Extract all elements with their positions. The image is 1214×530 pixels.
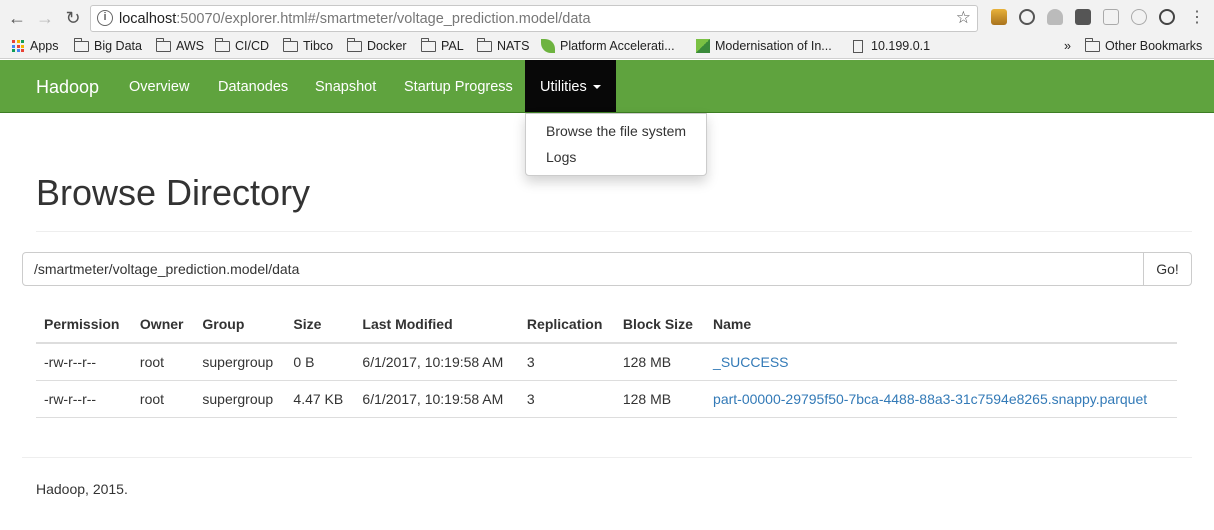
footer-text: Hadoop, 2015.: [36, 481, 128, 497]
forward-icon[interactable]: →: [34, 7, 56, 29]
bookmarks-overflow[interactable]: »: [1064, 39, 1071, 53]
bookmark-other[interactable]: Other Bookmarks: [1085, 37, 1202, 53]
folder-icon: [477, 37, 492, 52]
col-permission[interactable]: Permission: [36, 306, 132, 344]
file-link[interactable]: part-00000-29795f50-7bca-4488-88a3-31c75…: [713, 391, 1147, 407]
bookmark-apps[interactable]: Apps: [12, 39, 59, 53]
cell-owner: root: [131, 343, 195, 381]
folder-icon: [74, 37, 89, 52]
folder-icon: [347, 37, 362, 52]
menu-icon[interactable]: ⋮: [1186, 7, 1208, 29]
caret-down-icon: [592, 85, 601, 90]
cell-owner: root: [131, 380, 195, 418]
cell-size: 0 B: [285, 343, 355, 381]
bookmark-folder[interactable]: Big Data: [74, 37, 142, 53]
extension-icon[interactable]: [991, 9, 1007, 25]
cell-replication: 3: [518, 380, 615, 418]
extension-icon[interactable]: [1019, 9, 1035, 25]
bookmark-folder[interactable]: CI/CD: [215, 37, 269, 53]
col-name[interactable]: Name: [705, 306, 1177, 344]
cell-replication: 3: [518, 343, 615, 381]
folder-icon: [156, 37, 171, 52]
cell-size: 4.47 KB: [285, 380, 355, 418]
go-button[interactable]: Go!: [1143, 252, 1192, 286]
col-owner[interactable]: Owner: [131, 306, 195, 344]
cell-name: _SUCCESS: [705, 343, 1177, 381]
cell-block-size: 128 MB: [614, 343, 706, 381]
directory-table: Permission Owner Group Size Last Modifie…: [36, 306, 1177, 418]
nav-startup-progress[interactable]: Startup Progress: [404, 79, 513, 95]
utilities-dropdown: Browse the file system Logs: [525, 113, 707, 176]
back-icon[interactable]: ←: [6, 7, 28, 29]
table-header-row: Permission Owner Group Size Last Modifie…: [36, 306, 1177, 344]
divider: [22, 457, 1192, 458]
cell-permission: -rw-r--r--: [36, 343, 132, 381]
file-link[interactable]: _SUCCESS: [713, 354, 788, 370]
bookmark-folder[interactable]: NATS: [477, 37, 529, 53]
folder-icon: [283, 37, 298, 52]
bookmark-ip[interactable]: 10.199.0.1: [853, 39, 930, 53]
page-title: Browse Directory: [36, 172, 311, 213]
extension-icon[interactable]: [1103, 9, 1119, 25]
table-row: -rw-r--r-- root supergroup 4.47 KB 6/1/2…: [36, 380, 1177, 418]
col-last-modified[interactable]: Last Modified: [354, 306, 519, 344]
bookmark-folder[interactable]: AWS: [156, 37, 204, 53]
nav-snapshot[interactable]: Snapshot: [315, 79, 376, 95]
extension-icon[interactable]: [1131, 9, 1147, 25]
cell-last-modified: 6/1/2017, 10:19:58 AM: [354, 380, 519, 418]
cell-last-modified: 6/1/2017, 10:19:58 AM: [354, 343, 519, 381]
reload-icon[interactable]: ↻: [62, 7, 84, 29]
page-icon: [853, 39, 863, 53]
site-info-icon[interactable]: i: [97, 10, 113, 26]
cell-name: part-00000-29795f50-7bca-4488-88a3-31c75…: [705, 380, 1177, 418]
col-size[interactable]: Size: [285, 306, 355, 344]
divider: [36, 231, 1192, 232]
menu-item-browse-fs[interactable]: Browse the file system: [546, 123, 686, 139]
folder-icon: [215, 37, 230, 52]
col-replication[interactable]: Replication: [518, 306, 615, 344]
bookmarks-bar: Apps Big Data AWS CI/CD Tibco Docker PAL…: [0, 36, 1214, 59]
address-bar[interactable]: i localhost:50070/explorer.html#/smartme…: [90, 5, 978, 32]
nav-datanodes[interactable]: Datanodes: [218, 79, 288, 95]
bookmark-platform[interactable]: Platform Accelerati...: [541, 39, 675, 53]
folder-icon: [421, 37, 436, 52]
extension-icon[interactable]: [1159, 9, 1175, 25]
cell-block-size: 128 MB: [614, 380, 706, 418]
nav-overview[interactable]: Overview: [129, 79, 189, 95]
brand-link[interactable]: Hadoop: [36, 77, 99, 98]
extension-icon[interactable]: [1075, 9, 1091, 25]
spring-leaf-icon: [541, 39, 555, 53]
col-group[interactable]: Group: [194, 306, 286, 344]
address-url: localhost:50070/explorer.html#/smartmete…: [119, 11, 591, 27]
bookmark-folder[interactable]: Docker: [347, 37, 407, 53]
menu-item-logs[interactable]: Logs: [546, 149, 576, 165]
bookmark-folder[interactable]: Tibco: [283, 37, 333, 53]
nav-utilities[interactable]: Utilities: [525, 60, 616, 112]
cell-group: supergroup: [194, 343, 286, 381]
bookmark-modernisation[interactable]: Modernisation of In...: [696, 39, 832, 53]
table-row: -rw-r--r-- root supergroup 0 B 6/1/2017,…: [36, 343, 1177, 381]
folder-icon: [1085, 37, 1100, 52]
apps-grid-icon: [12, 40, 24, 52]
cell-permission: -rw-r--r--: [36, 380, 132, 418]
bookmark-star-icon[interactable]: ☆: [956, 8, 971, 28]
cell-group: supergroup: [194, 380, 286, 418]
bookmark-folder[interactable]: PAL: [421, 37, 464, 53]
extension-icon[interactable]: [1047, 9, 1063, 25]
browser-toolbar: ← → ↻ i localhost:50070/explorer.html#/s…: [0, 0, 1214, 36]
directory-path-input[interactable]: [22, 252, 1144, 286]
col-block-size[interactable]: Block Size: [614, 306, 706, 344]
hadoop-navbar: Hadoop Overview Datanodes Snapshot Start…: [0, 60, 1214, 113]
site-favicon-icon: [696, 39, 710, 53]
